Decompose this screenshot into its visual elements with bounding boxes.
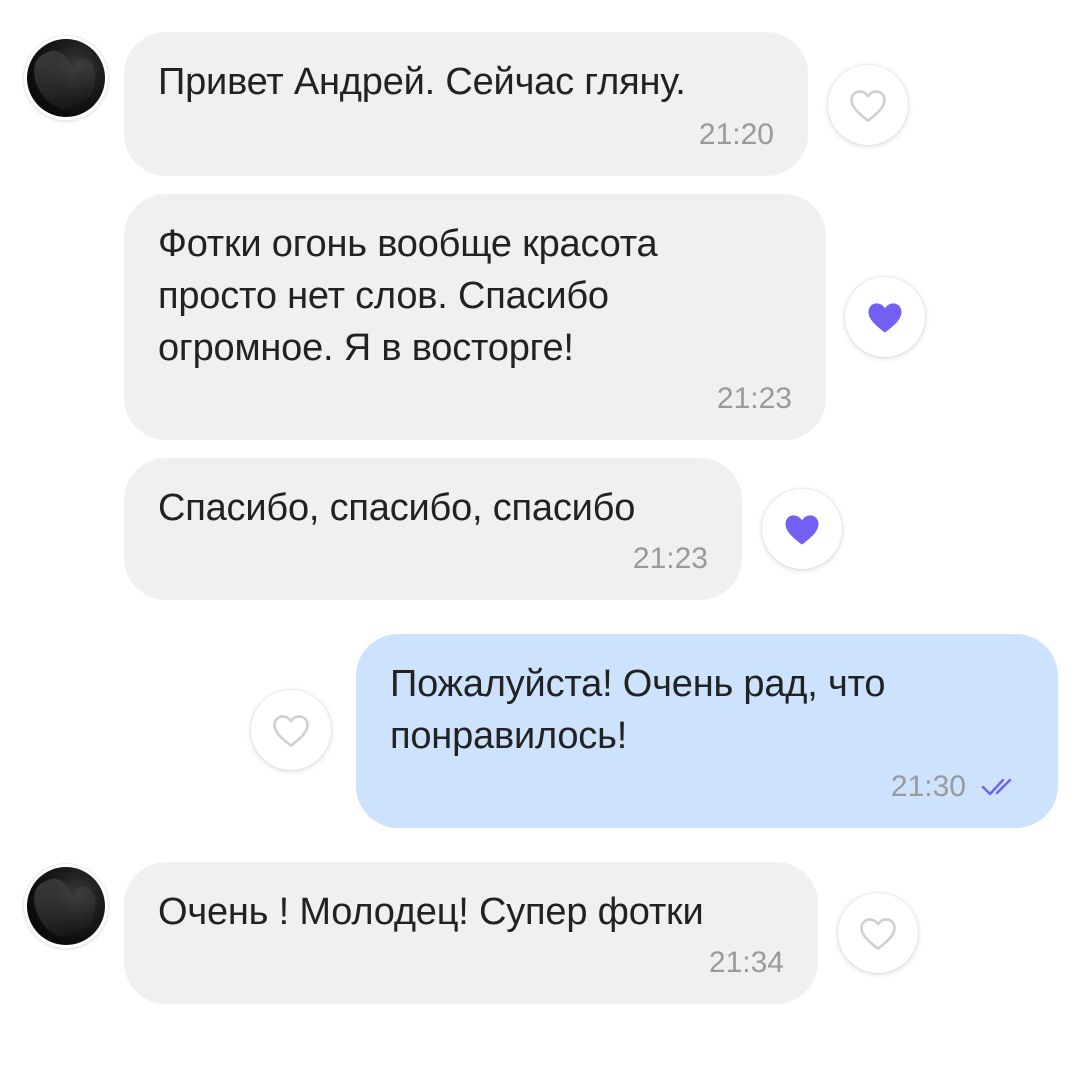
heart-outline-icon (273, 715, 309, 747)
message-bubble[interactable]: Спасибо, спасибо, спасибо 21:23 (124, 458, 742, 600)
message-bubble[interactable]: Очень ! Молодец! Супер фотки 21:34 (124, 862, 818, 1004)
message-text: Очень ! Молодец! Супер фотки (158, 891, 704, 933)
double-check-icon (981, 778, 1012, 796)
message-text: Фотки огонь вообще красота просто нет сл… (158, 223, 658, 369)
message-text: Спасибо, спасибо, спасибо (158, 487, 636, 529)
reaction-button[interactable] (251, 690, 331, 770)
message-time: 21:30 (891, 770, 1024, 804)
message-time: 21:23 (716, 382, 792, 415)
reaction-button[interactable] (845, 277, 925, 357)
reaction-button[interactable] (762, 489, 842, 569)
message-text: Привет Андрей. Сейчас гляну. (158, 61, 686, 103)
heart-outline-icon (860, 918, 896, 950)
message-time: 21:23 (632, 542, 708, 575)
sender-avatar[interactable] (24, 36, 108, 120)
message-text: Пожалуйста! Очень рад, что понравилось! (390, 663, 886, 757)
heart-filled-icon (868, 303, 902, 333)
avatar-image (27, 867, 105, 945)
message-bubble[interactable]: Фотки огонь вообще красота просто нет сл… (124, 194, 826, 440)
reaction-button[interactable] (838, 893, 918, 973)
avatar-image (27, 39, 105, 117)
message-bubble-outgoing[interactable]: Пожалуйста! Очень рад, что понравилось! … (356, 634, 1058, 828)
message-time: 21:20 (698, 118, 774, 151)
message-time: 21:34 (708, 946, 784, 979)
heart-outline-icon (850, 90, 886, 122)
message-bubble[interactable]: Привет Андрей. Сейчас гляну. 21:20 (124, 32, 808, 176)
heart-filled-icon (785, 515, 819, 545)
sender-avatar[interactable] (24, 864, 108, 948)
reaction-button[interactable] (828, 65, 908, 145)
